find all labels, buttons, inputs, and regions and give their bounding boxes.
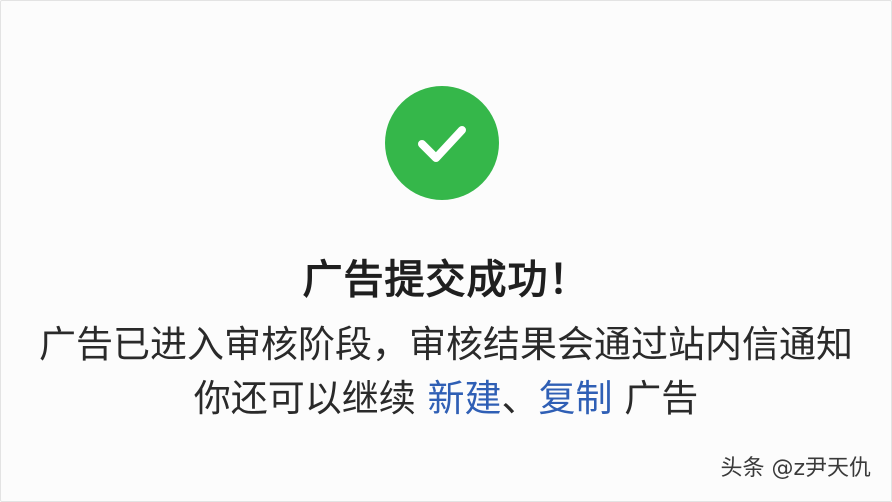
check-circle-icon	[385, 86, 499, 200]
watermark-text: 头条 @z尹天仇	[720, 456, 871, 481]
success-panel: 广告提交成功！ 广告已进入审核阶段，审核结果会通过站内信通知 你还可以继续 新建…	[0, 0, 892, 502]
create-new-link[interactable]: 新建	[428, 377, 502, 420]
next-actions-suffix: 广告	[624, 377, 699, 420]
success-title: 广告提交成功！	[302, 257, 590, 303]
link-separator: 、	[501, 377, 539, 420]
next-actions-prefix: 你还可以继续	[193, 377, 416, 420]
copy-ad-link[interactable]: 复制	[539, 377, 613, 420]
next-actions-text: 你还可以继续 新建、复制 广告	[1, 373, 891, 425]
checkmark-icon	[418, 126, 466, 162]
review-status-text: 广告已进入审核阶段，审核结果会通过站内信通知	[39, 323, 853, 366]
